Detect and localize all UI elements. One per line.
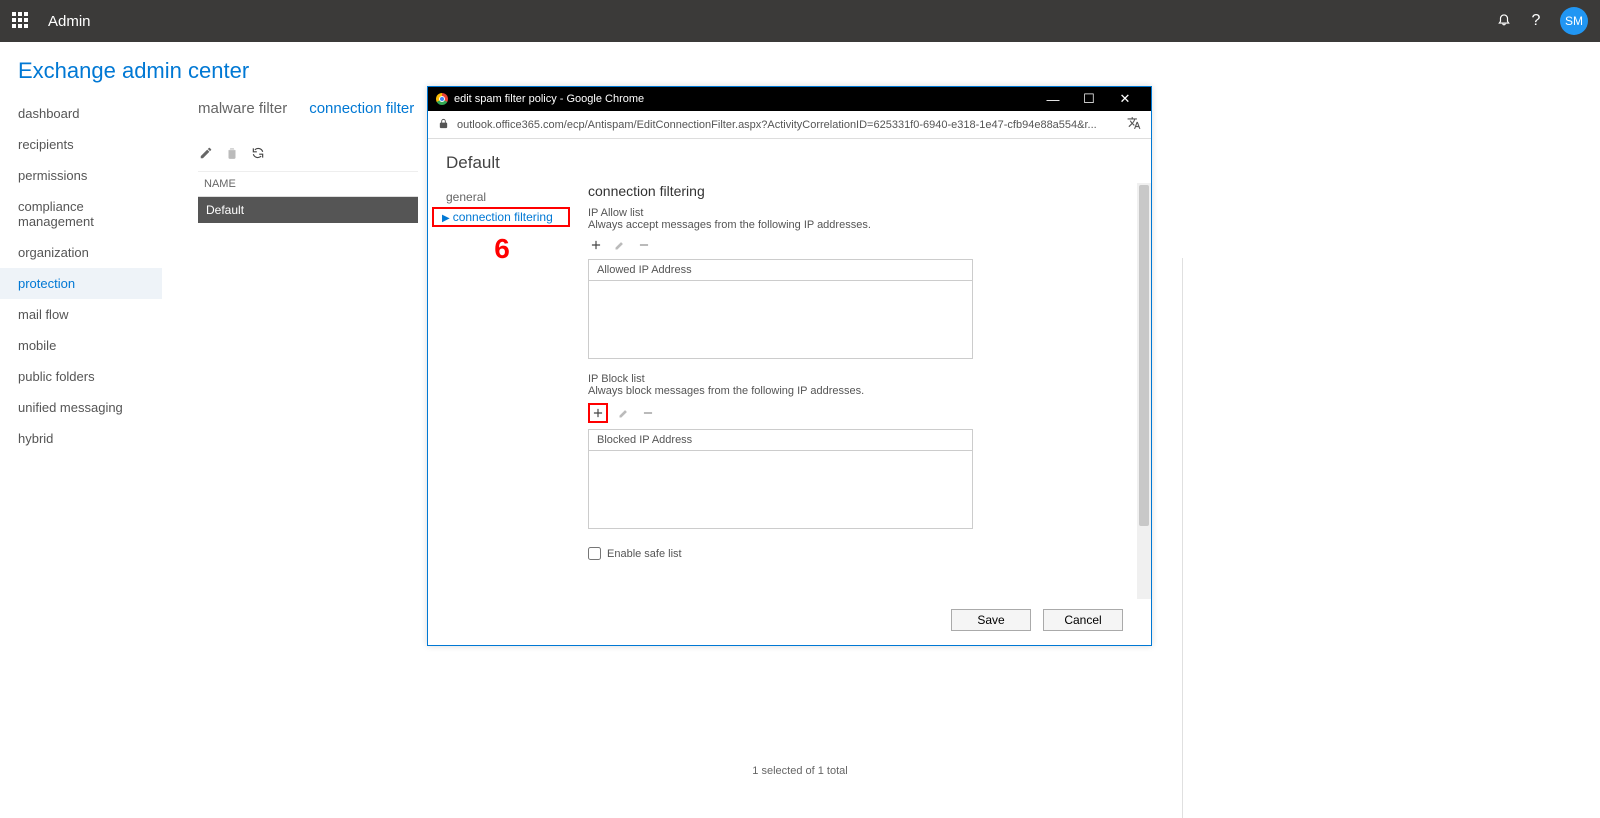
annotation-number: 6: [428, 233, 576, 265]
grid-row-default[interactable]: Default: [198, 197, 418, 223]
sidebar-item-permissions[interactable]: permissions: [0, 160, 162, 191]
sidebar-item-mobile[interactable]: mobile: [0, 330, 162, 361]
block-remove-icon[interactable]: [640, 405, 656, 421]
notifications-icon[interactable]: [1488, 12, 1520, 31]
app-launcher-icon[interactable]: [12, 12, 30, 30]
allow-remove-icon[interactable]: [636, 237, 652, 253]
translate-icon[interactable]: [1127, 116, 1141, 133]
block-add-icon[interactable]: [588, 403, 608, 423]
sidebar-item-compliance-management[interactable]: compliance management: [0, 191, 162, 237]
allow-edit-icon[interactable]: [612, 237, 628, 253]
caret-right-icon: ▶: [442, 213, 450, 224]
scrollbar-thumb[interactable]: [1139, 185, 1149, 526]
sidebar-item-unified-messaging[interactable]: unified messaging: [0, 392, 162, 423]
page-title: Exchange admin center: [18, 58, 1600, 84]
enable-safe-list-label: Enable safe list: [607, 548, 682, 560]
enable-safe-list-checkbox[interactable]: [588, 547, 601, 560]
block-list-box[interactable]: Blocked IP Address: [588, 429, 973, 529]
popup-heading: Default: [428, 139, 1151, 183]
section-title: connection filtering: [588, 183, 1133, 199]
save-button[interactable]: Save: [951, 609, 1031, 631]
allow-list-desc: Always accept messages from the followin…: [588, 219, 1133, 231]
block-edit-icon[interactable]: [616, 405, 632, 421]
window-close-button[interactable]: ✕: [1107, 91, 1143, 107]
sidebar-item-protection[interactable]: protection: [0, 268, 162, 299]
help-icon[interactable]: ?: [1520, 12, 1552, 30]
lock-icon: [438, 118, 449, 132]
window-maximize-button[interactable]: ☐: [1071, 91, 1107, 107]
popup-titlebar: edit spam filter policy - Google Chrome …: [428, 87, 1151, 111]
popup-nav: general ▶connection filtering 6: [428, 183, 576, 599]
grid-header-name: NAME: [198, 172, 418, 197]
top-bar: Admin ? SM: [0, 0, 1600, 42]
allow-add-icon[interactable]: [588, 237, 604, 253]
popup-nav-general[interactable]: general: [428, 187, 576, 207]
block-list-desc: Always block messages from the following…: [588, 385, 1133, 397]
sidebar-item-dashboard[interactable]: dashboard: [0, 98, 162, 129]
allow-list-label: IP Allow list: [588, 207, 1133, 219]
allow-list-box[interactable]: Allowed IP Address: [588, 259, 973, 359]
sidebar-item-public-folders[interactable]: public folders: [0, 361, 162, 392]
window-minimize-button[interactable]: —: [1035, 92, 1071, 107]
popup-window-title: edit spam filter policy - Google Chrome: [454, 93, 644, 105]
popup-scrollbar[interactable]: [1137, 183, 1151, 599]
popup-window: edit spam filter policy - Google Chrome …: [427, 86, 1152, 646]
status-bar: 1 selected of 1 total: [752, 765, 847, 777]
enable-safe-list-row: Enable safe list: [588, 547, 1133, 560]
sidebar-item-mail-flow[interactable]: mail flow: [0, 299, 162, 330]
user-avatar[interactable]: SM: [1560, 7, 1588, 35]
edit-icon[interactable]: [198, 145, 214, 161]
sidebar-item-recipients[interactable]: recipients: [0, 129, 162, 160]
tab-malware-filter[interactable]: malware filter: [198, 100, 287, 117]
allow-list-header: Allowed IP Address: [589, 260, 972, 281]
popup-content: connection filtering IP Allow list Alway…: [576, 183, 1151, 599]
sidebar-item-organization[interactable]: organization: [0, 237, 162, 268]
block-list-label: IP Block list: [588, 373, 1133, 385]
tab-connection-filter[interactable]: connection filter: [309, 100, 414, 117]
block-list-header: Blocked IP Address: [589, 430, 972, 451]
popup-footer: Save Cancel: [428, 599, 1151, 645]
delete-icon[interactable]: [224, 145, 240, 161]
url-text: outlook.office365.com/ecp/Antispam/EditC…: [457, 119, 1119, 131]
cancel-button[interactable]: Cancel: [1043, 609, 1123, 631]
address-bar: outlook.office365.com/ecp/Antispam/EditC…: [428, 111, 1151, 139]
sidebar: dashboard recipients permissions complia…: [0, 94, 162, 785]
app-title: Admin: [48, 13, 91, 30]
refresh-icon[interactable]: [250, 145, 266, 161]
popup-nav-connection-filtering[interactable]: ▶connection filtering: [432, 207, 570, 227]
vertical-divider: [1182, 258, 1183, 818]
chrome-icon: [436, 93, 448, 105]
sidebar-item-hybrid[interactable]: hybrid: [0, 423, 162, 454]
